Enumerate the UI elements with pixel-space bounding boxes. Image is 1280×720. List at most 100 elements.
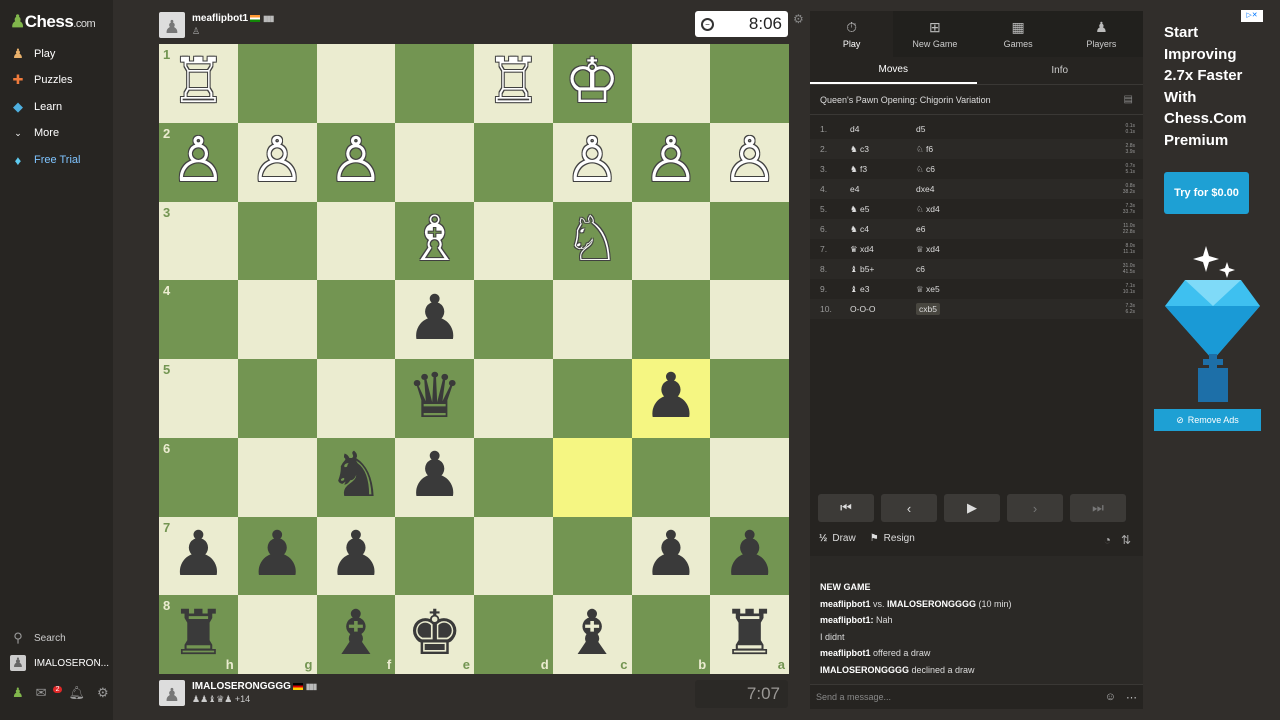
sidebar-user[interactable]: ♟ IMALOSERON... bbox=[10, 655, 109, 671]
white-knight-piece[interactable]: ♘ bbox=[564, 207, 620, 270]
square-f1[interactable] bbox=[316, 44, 396, 123]
next-move-button[interactable]: › bbox=[1007, 494, 1063, 522]
black-move[interactable]: ♕ xd4 bbox=[916, 244, 982, 255]
square-b5[interactable]: ♟ bbox=[631, 359, 711, 438]
square-g8[interactable]: g bbox=[237, 595, 317, 674]
square-c2[interactable]: ♙ bbox=[552, 122, 632, 202]
square-e2[interactable] bbox=[395, 122, 474, 202]
tab-players[interactable]: ♟ Players bbox=[1060, 11, 1143, 57]
nav-puzzles[interactable]: ✚ Puzzles bbox=[10, 70, 73, 90]
white-move[interactable]: ♝ e3 bbox=[850, 284, 916, 295]
subtab-moves[interactable]: Moves bbox=[810, 57, 977, 84]
square-h3[interactable]: 3 bbox=[159, 201, 238, 281]
square-a3[interactable] bbox=[710, 201, 789, 281]
square-f7[interactable]: ♟ bbox=[316, 516, 396, 596]
remove-ads-button[interactable]: ⊘ Remove Ads bbox=[1154, 409, 1261, 431]
mail-icon[interactable]: ✉ 2 bbox=[36, 685, 63, 701]
square-g5[interactable] bbox=[237, 359, 317, 438]
square-b2[interactable]: ♙ bbox=[631, 122, 711, 202]
square-d8[interactable]: d bbox=[474, 595, 553, 674]
ad-try-button[interactable]: Try for $0.00 bbox=[1164, 172, 1249, 214]
square-g6[interactable] bbox=[237, 437, 317, 517]
square-f6[interactable]: ♞ bbox=[316, 437, 396, 517]
black-move[interactable]: ♘ c6 bbox=[916, 164, 982, 175]
black-move[interactable]: d5 bbox=[916, 124, 982, 134]
square-e1[interactable] bbox=[395, 44, 474, 123]
square-d2[interactable] bbox=[474, 122, 553, 202]
nav-free-trial[interactable]: ♦ Free Trial bbox=[10, 150, 81, 170]
square-b6[interactable] bbox=[631, 437, 711, 517]
square-b4[interactable] bbox=[631, 280, 711, 359]
black-rook-piece[interactable]: ♜ bbox=[722, 601, 778, 664]
square-a7[interactable]: ♟ bbox=[710, 516, 789, 596]
white-move[interactable]: ♛ xd4 bbox=[850, 244, 916, 255]
subtab-info[interactable]: Info bbox=[977, 57, 1144, 84]
white-move[interactable]: ♞ c4 bbox=[850, 224, 916, 235]
square-e4[interactable]: ♟ bbox=[395, 280, 474, 359]
square-f4[interactable] bbox=[316, 280, 396, 359]
square-h8[interactable]: 8 h ♜ bbox=[159, 595, 238, 674]
square-a5[interactable] bbox=[710, 359, 789, 438]
black-move[interactable]: ♘ xd4 bbox=[916, 204, 982, 215]
square-f2[interactable]: ♙ bbox=[316, 122, 396, 202]
last-move-button[interactable]: ⏭ bbox=[1070, 494, 1126, 522]
black-pawn-piece[interactable]: ♟ bbox=[407, 286, 463, 349]
book-icon[interactable]: ▤ bbox=[1124, 94, 1133, 105]
square-e5[interactable]: ♛ bbox=[395, 359, 474, 438]
white-move[interactable]: O-O-O bbox=[850, 304, 916, 314]
square-c8[interactable]: c ♝ bbox=[552, 595, 632, 674]
square-a4[interactable] bbox=[710, 280, 789, 359]
square-g4[interactable] bbox=[237, 280, 317, 359]
black-pawn-piece[interactable]: ♟ bbox=[643, 522, 699, 585]
square-f5[interactable] bbox=[316, 359, 396, 438]
bottom-player-avatar[interactable]: ♟ bbox=[159, 680, 185, 706]
black-queen-piece[interactable]: ♛ bbox=[407, 365, 463, 427]
white-move[interactable]: ♝ b5+ bbox=[850, 264, 916, 275]
square-d5[interactable] bbox=[474, 359, 553, 438]
black-move[interactable]: cxb5 bbox=[916, 303, 940, 315]
resign-button[interactable]: ⚑ Resign bbox=[870, 533, 915, 544]
white-pawn-piece[interactable]: ♙ bbox=[564, 129, 620, 191]
square-g7[interactable]: ♟ bbox=[237, 516, 317, 596]
friends-icon[interactable]: ♟ bbox=[12, 685, 24, 701]
black-pawn-piece[interactable]: ♟ bbox=[722, 522, 778, 585]
analysis-icon[interactable]: ◔ bbox=[1104, 533, 1111, 547]
square-a2[interactable]: ♙ bbox=[710, 122, 789, 202]
play-moves-button[interactable]: ▶ bbox=[944, 494, 1000, 522]
bottom-player-name[interactable]: IMALOSERONGGGG bbox=[192, 681, 291, 692]
square-h5[interactable]: 5 bbox=[159, 359, 238, 438]
square-d6[interactable] bbox=[474, 437, 553, 517]
black-pawn-piece[interactable]: ♟ bbox=[643, 365, 699, 427]
square-c7[interactable] bbox=[552, 516, 632, 596]
white-pawn-piece[interactable]: ♙ bbox=[722, 129, 778, 191]
square-d3[interactable] bbox=[474, 201, 553, 281]
square-c4[interactable] bbox=[552, 280, 632, 359]
white-move[interactable]: d4 bbox=[850, 124, 916, 134]
black-bishop-piece[interactable]: ♝ bbox=[564, 601, 620, 664]
flip-board-icon[interactable]: ⇅ bbox=[1121, 533, 1131, 547]
square-c6[interactable] bbox=[552, 437, 632, 517]
emoji-icon[interactable]: ☺ bbox=[1105, 691, 1116, 703]
white-move[interactable]: ♞ c3 bbox=[850, 144, 916, 155]
white-move[interactable]: e4 bbox=[850, 184, 916, 194]
square-c1[interactable]: ♔ bbox=[552, 44, 632, 123]
square-d1[interactable]: ♖ bbox=[474, 44, 553, 123]
square-b3[interactable] bbox=[631, 201, 711, 281]
ad-banner[interactable]: ▷✕ Start Improving 2.7x Faster With Ches… bbox=[1153, 10, 1263, 434]
white-rook-piece[interactable]: ♖ bbox=[486, 50, 542, 112]
black-pawn-piece[interactable]: ♟ bbox=[249, 522, 305, 585]
square-h4[interactable]: 4 bbox=[159, 280, 238, 359]
draw-button[interactable]: ½ Draw bbox=[819, 533, 856, 544]
white-pawn-piece[interactable]: ♙ bbox=[328, 129, 384, 191]
square-h2[interactable]: 2 ♙ bbox=[159, 122, 238, 202]
tab-games[interactable]: ▦ Games bbox=[977, 11, 1060, 57]
nav-play[interactable]: ♟ Play bbox=[10, 44, 55, 64]
white-move[interactable]: ♞ f3 bbox=[850, 164, 916, 175]
square-e6[interactable]: ♟ bbox=[395, 437, 474, 517]
sidebar-search[interactable]: ⚲ Search bbox=[10, 630, 65, 646]
black-knight-piece[interactable]: ♞ bbox=[328, 444, 384, 506]
black-move[interactable]: e6 bbox=[916, 224, 982, 234]
logo[interactable]: ♟Chess.com bbox=[10, 12, 96, 32]
square-a6[interactable] bbox=[710, 437, 789, 517]
nav-learn[interactable]: ◆ Learn bbox=[10, 97, 62, 117]
